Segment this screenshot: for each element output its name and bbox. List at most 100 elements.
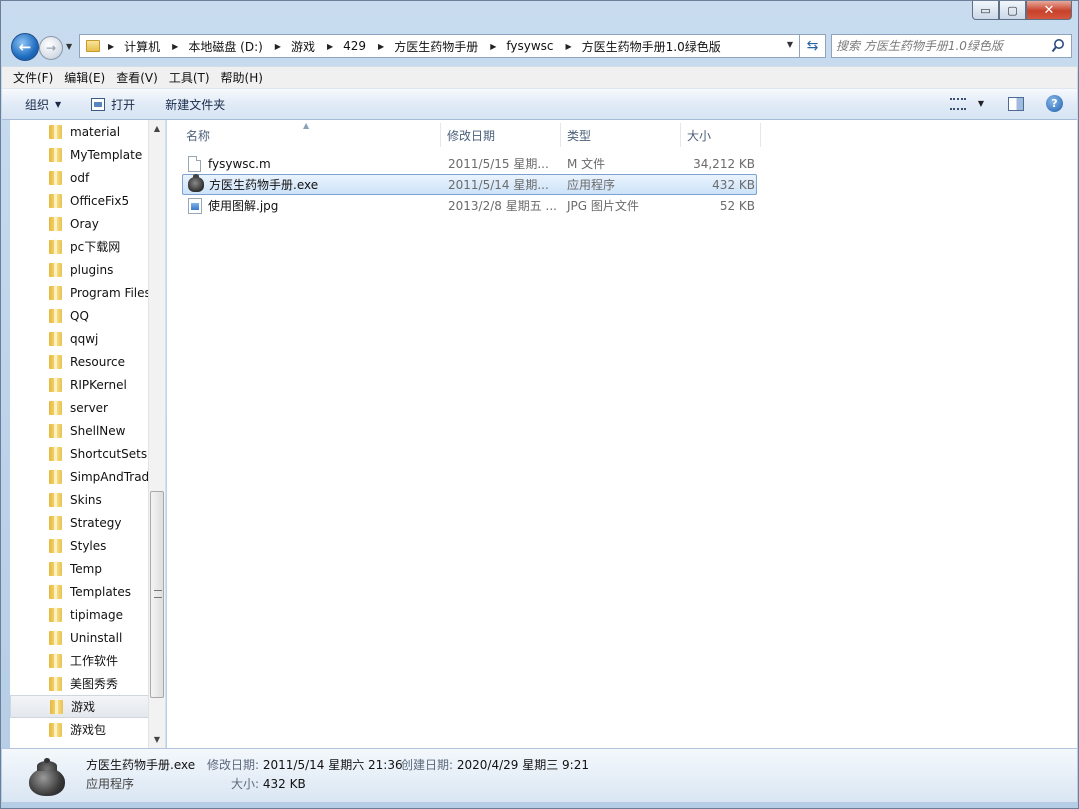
change-view-icon[interactable] <box>949 97 966 110</box>
column-header-type[interactable]: 类型 <box>561 123 681 147</box>
column-header-size[interactable]: 大小 <box>681 123 761 147</box>
search-box[interactable] <box>831 34 1072 58</box>
nav-folder-label: RIPKernel <box>70 377 127 392</box>
search-icon[interactable] <box>1051 38 1065 54</box>
breadcrumb-current-folder[interactable]: 方医生药物手册1.0绿色版 <box>582 38 721 55</box>
nav-folder-item[interactable]: Temp <box>10 557 149 580</box>
details-file-type: 应用程序 <box>86 777 135 791</box>
folder-icon <box>49 400 62 415</box>
chevron-right-icon[interactable]: ▶ <box>172 42 178 51</box>
breadcrumb-computer[interactable]: 计算机 <box>124 38 160 55</box>
nav-folder-item[interactable]: Styles <box>10 534 149 557</box>
explorer-window: ▭ ▢ ✕ ← → ▼ ▶ 计算机 ▶ 本地磁盘 (D:) ▶ 游戏 ▶ 429… <box>0 0 1079 809</box>
organize-label: 组织 <box>25 97 50 112</box>
file-size: 34,212 KB <box>693 156 755 171</box>
column-type-label: 类型 <box>567 128 592 143</box>
menu-tools[interactable]: 工具(T) <box>169 69 210 86</box>
nav-folder-item[interactable]: 美图秀秀 <box>10 672 149 695</box>
nav-folder-item[interactable]: Templates <box>10 580 149 603</box>
address-bar[interactable]: ▶ 计算机 ▶ 本地磁盘 (D:) ▶ 游戏 ▶ 429 ▶ 方医生药物手册 ▶… <box>79 34 800 58</box>
breadcrumb-local-disk[interactable]: 本地磁盘 (D:) <box>188 38 262 55</box>
nav-folder-item[interactable]: QQ <box>10 304 149 327</box>
nav-folder-item[interactable]: pc下载网 <box>10 235 149 258</box>
refresh-button[interactable]: ⇆ <box>800 34 826 58</box>
nav-folder-item[interactable]: RIPKernel <box>10 373 149 396</box>
recent-pages-dropdown[interactable]: ▼ <box>66 42 72 51</box>
column-name-label: 名称 <box>186 128 211 143</box>
nav-folder-item[interactable]: ShortcutSets <box>10 442 149 465</box>
nav-folder-item[interactable]: tipimage <box>10 603 149 626</box>
help-icon[interactable]: ? <box>1046 95 1063 112</box>
new-folder-button[interactable]: 新建文件夹 <box>165 96 225 113</box>
search-input[interactable] <box>836 37 1046 55</box>
menu-view[interactable]: 查看(V) <box>116 69 158 86</box>
nav-folder-item[interactable]: Resource <box>10 350 149 373</box>
menu-bar: 文件(F) 编辑(E) 查看(V) 工具(T) 帮助(H) <box>2 66 1077 89</box>
chevron-down-icon[interactable]: ▼ <box>978 99 984 108</box>
chevron-right-icon[interactable]: ▶ <box>490 42 496 51</box>
column-header-name[interactable]: 名称 ▲ <box>180 121 441 147</box>
nav-folder-item[interactable]: Strategy <box>10 511 149 534</box>
folder-icon <box>49 607 62 622</box>
file-name: 使用图解.jpg <box>208 199 279 213</box>
nav-folder-item[interactable]: Skins <box>10 488 149 511</box>
organize-button[interactable]: 组织 ▼ <box>25 96 61 113</box>
column-header-date[interactable]: 修改日期 <box>441 123 561 147</box>
minimize-button[interactable]: ▭ <box>972 1 999 20</box>
nav-folder-item[interactable]: material <box>10 120 149 143</box>
chevron-right-icon[interactable]: ▶ <box>275 42 281 51</box>
nav-folder-item[interactable]: OfficeFix5 <box>10 189 149 212</box>
forward-button[interactable]: → <box>39 36 63 60</box>
folder-icon <box>49 584 62 599</box>
nav-folder-item[interactable]: odf <box>10 166 149 189</box>
menu-file[interactable]: 文件(F) <box>13 69 53 86</box>
breadcrumb-fysywsc[interactable]: fysywsc <box>506 39 553 53</box>
nav-folder-item[interactable]: server <box>10 396 149 419</box>
breadcrumb-429[interactable]: 429 <box>343 39 366 53</box>
scroll-down-icon[interactable]: ▼ <box>149 731 165 748</box>
file-row-selected[interactable]: 方医生药物手册.exe 2011/5/14 星期... 应用程序 432 KB <box>182 174 757 195</box>
nav-folder-label: OfficeFix5 <box>70 193 130 208</box>
chevron-right-icon[interactable]: ▶ <box>327 42 333 51</box>
nav-folder-item[interactable]: Uninstall <box>10 626 149 649</box>
file-row[interactable]: fysywsc.m 2011/5/15 星期... M 文件 34,212 KB <box>182 153 757 174</box>
nav-folder-item[interactable]: qqwj <box>10 327 149 350</box>
nav-folder-label: Resource <box>70 354 126 369</box>
scrollbar-thumb[interactable] <box>150 491 164 698</box>
open-icon <box>91 97 106 111</box>
nav-folder-item[interactable]: Oray <box>10 212 149 235</box>
grip-icon <box>154 590 162 598</box>
folder-icon <box>49 515 62 530</box>
close-button[interactable]: ✕ <box>1026 1 1072 20</box>
nav-folder-item[interactable]: MyTemplate <box>10 143 149 166</box>
scroll-up-icon[interactable]: ▲ <box>149 120 165 137</box>
nav-folder-item[interactable]: ShellNew <box>10 419 149 442</box>
breadcrumb-fysywsc-cn[interactable]: 方医生药物手册 <box>394 38 478 55</box>
address-history-dropdown[interactable]: ▼ <box>787 40 793 49</box>
chevron-right-icon[interactable]: ▶ <box>378 42 384 51</box>
menu-edit[interactable]: 编辑(E) <box>64 69 105 86</box>
open-label: 打开 <box>111 97 136 112</box>
nav-folder-item[interactable]: 工作软件 <box>10 649 149 672</box>
chevron-right-icon[interactable]: ▶ <box>108 42 114 51</box>
chevron-right-icon[interactable]: ▶ <box>566 42 572 51</box>
maximize-button[interactable]: ▢ <box>999 1 1026 20</box>
breadcrumb-games[interactable]: 游戏 <box>291 38 315 55</box>
nav-folder-label: plugins <box>70 262 114 277</box>
column-headers: 名称 ▲ 修改日期 类型 大小 <box>180 121 761 147</box>
preview-pane-icon[interactable] <box>1008 96 1024 111</box>
nav-folder-item[interactable]: 游戏包 <box>10 718 149 741</box>
nav-folder-item[interactable]: SimpAndTrad <box>10 465 149 488</box>
nav-folder-label: Temp <box>70 561 102 576</box>
open-button[interactable]: 打开 <box>91 96 135 113</box>
nav-folder-item[interactable]: plugins <box>10 258 149 281</box>
menu-help[interactable]: 帮助(H) <box>221 69 263 86</box>
back-button[interactable]: ← <box>11 33 39 61</box>
nav-folder-label: 游戏包 <box>70 723 107 737</box>
nav-folder-label: 工作软件 <box>70 654 119 668</box>
navigation-scrollbar[interactable]: ▲ ▼ <box>148 120 165 748</box>
nav-folder-item[interactable]: 游戏 <box>10 695 149 718</box>
file-row[interactable]: 使用图解.jpg 2013/2/8 星期五 ... JPG 图片文件 52 KB <box>182 195 757 216</box>
nav-folder-item[interactable]: Program Files <box>10 281 149 304</box>
details-pane: 方医生药物手册.exe 应用程序 修改日期: 2011/5/14 星期六 21:… <box>2 748 1077 802</box>
